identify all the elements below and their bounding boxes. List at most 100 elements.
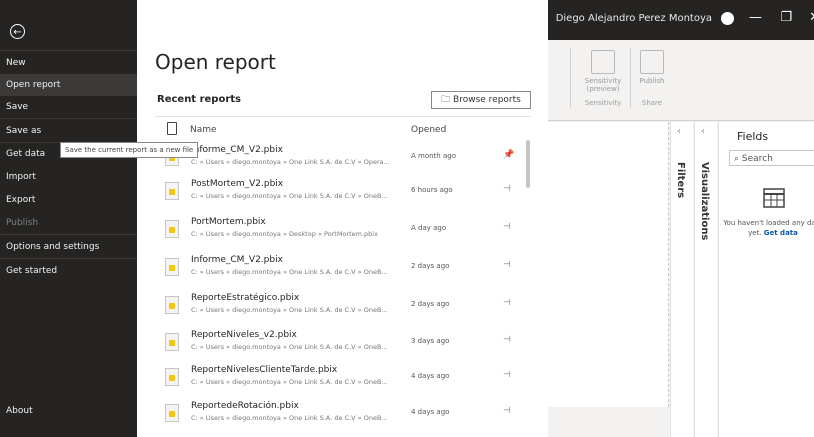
pin-icon[interactable]: ⊣	[503, 298, 511, 308]
recent-report-row[interactable]: ReporteNivelesClienteTarde.pbix C: » Use…	[155, 360, 531, 394]
avatar[interactable]	[721, 12, 734, 25]
pbix-file-icon	[165, 220, 179, 238]
nav-item-publish[interactable]: Publish	[0, 212, 137, 234]
filters-label: Filters	[675, 162, 686, 199]
browse-reports-button[interactable]: 🗀 Browse reports	[431, 91, 531, 109]
file-name: ReporteNivelesClienteTarde.pbix	[191, 365, 338, 375]
file-opened: A month ago	[411, 152, 456, 160]
filters-pane[interactable]: ‹ Filters	[670, 122, 693, 437]
chevron-left-icon[interactable]: ‹	[701, 126, 705, 137]
recent-report-row[interactable]: PortMortem.pbix C: » Users » diego.monto…	[155, 212, 531, 246]
backstage-sidebar: ← New Open report Save Save as Get data …	[0, 0, 137, 437]
file-opened: 4 days ago	[411, 408, 450, 416]
file-path: C: » Users » diego.montoya » One Link S.…	[191, 268, 388, 276]
file-opened: 2 days ago	[411, 262, 450, 270]
empty-data-message: You haven't loaded any data yet. Get dat…	[723, 218, 814, 238]
pbix-file-icon	[165, 404, 179, 422]
nav-item-about[interactable]: About	[0, 400, 137, 422]
nav-item-save-as[interactable]: Save as	[0, 120, 137, 142]
file-opened: A day ago	[411, 224, 447, 232]
nav-divider	[0, 234, 137, 235]
pbix-file-icon	[165, 258, 179, 276]
open-report-panel: Open report Recent reports 🗀 Browse repo…	[137, 0, 548, 437]
nav-divider	[0, 50, 137, 51]
recent-report-row[interactable]: ReporteNiveles_v2.pbix C: » Users » dieg…	[155, 325, 531, 359]
publish-button-label: Publish	[639, 77, 665, 85]
pin-icon[interactable]: ⊣	[503, 406, 511, 416]
file-opened: 4 days ago	[411, 372, 450, 380]
nav-item-export[interactable]: Export	[0, 189, 137, 211]
browse-reports-label: Browse reports	[453, 95, 521, 105]
recent-reports-heading: Recent reports	[157, 94, 241, 105]
nav-item-new[interactable]: New	[0, 52, 137, 74]
file-path: C: » Users » diego.montoya » One Link S.…	[191, 378, 388, 386]
page-title: Open report	[155, 50, 276, 74]
pbix-file-icon	[165, 182, 179, 200]
nav-item-get-started[interactable]: Get started	[0, 260, 137, 282]
column-header-name[interactable]: Name	[190, 125, 217, 135]
file-opened: 6 hours ago	[411, 186, 453, 194]
recent-report-row[interactable]: ReporteEstratégico.pbix C: » Users » die…	[155, 288, 531, 322]
pbix-file-icon	[165, 368, 179, 386]
visualizations-label: Visualizations	[699, 162, 710, 241]
recent-report-row[interactable]: Informe_CM_V2.pbix C: » Users » diego.mo…	[155, 140, 531, 174]
report-canvas[interactable]	[548, 122, 669, 407]
fields-pane: Fields ⌕ Search You haven't loaded any d…	[718, 122, 814, 437]
close-button[interactable]: ✕	[809, 10, 814, 25]
file-icon	[167, 122, 177, 135]
pbix-file-icon	[165, 333, 179, 351]
file-path: C: » Users » diego.montoya » One Link S.…	[191, 158, 390, 166]
fields-search-input[interactable]: ⌕ Search	[729, 150, 814, 166]
file-opened: 3 days ago	[411, 337, 450, 345]
pin-icon[interactable]: ⊣	[503, 335, 511, 345]
file-path: C: » Users » diego.montoya » One Link S.…	[191, 414, 388, 422]
column-header-opened[interactable]: Opened	[411, 125, 446, 135]
sensitivity-group-label: Sensitivity	[584, 99, 622, 107]
visualizations-pane[interactable]: ‹ Visualizations	[694, 122, 717, 437]
user-name[interactable]: Diego Alejandro Perez Montoya	[556, 13, 712, 24]
pin-icon[interactable]: ⊣	[503, 184, 511, 194]
ribbon-divider	[570, 48, 571, 108]
file-name: Informe_CM_V2.pbix	[191, 145, 283, 155]
file-name: ReporteEstratégico.pbix	[191, 293, 300, 303]
file-path: C: » Users » diego.montoya » One Link S.…	[191, 343, 388, 351]
restore-button[interactable]: ❐	[780, 10, 792, 25]
recent-report-row[interactable]: PostMortem_V2.pbix C: » Users » diego.mo…	[155, 174, 531, 208]
search-icon: ⌕	[734, 154, 740, 164]
save-as-tooltip: Save the current report as a new file	[60, 142, 199, 158]
pbix-file-icon	[165, 296, 179, 314]
nav-divider	[0, 118, 137, 119]
publish-icon	[640, 50, 664, 74]
share-group[interactable]: Publish Share	[634, 50, 670, 107]
search-placeholder: Search	[741, 154, 773, 164]
sensitivity-group[interactable]: Sensitivity (preview) Sensitivity	[578, 50, 628, 107]
share-group-label: Share	[641, 99, 663, 107]
file-path: C: » Users » diego.montoya » One Link S.…	[191, 192, 388, 200]
nav-item-open-report[interactable]: Open report	[0, 74, 137, 96]
nav-item-import[interactable]: Import	[0, 166, 137, 188]
pin-icon[interactable]: ⊣	[503, 260, 511, 270]
file-name: ReportedeRotación.pbix	[191, 401, 299, 411]
ribbon-divider	[630, 48, 631, 108]
minimize-button[interactable]: —	[749, 10, 762, 25]
get-data-link[interactable]: Get data	[764, 229, 798, 237]
back-arrow-icon[interactable]: ←	[10, 24, 25, 39]
chevron-left-icon[interactable]: ‹	[677, 126, 681, 137]
pin-icon[interactable]: ⊣	[503, 370, 511, 380]
recent-report-row[interactable]: Informe_CM_V2.pbix C: » Users » diego.mo…	[155, 250, 531, 284]
file-path: C: » Users » diego.montoya » Desktop » P…	[191, 230, 378, 238]
file-name: ReporteNiveles_v2.pbix	[191, 330, 297, 340]
folder-icon: 🗀	[441, 95, 451, 105]
pin-icon[interactable]: ⊣	[503, 222, 511, 232]
file-path: C: » Users » diego.montoya » One Link S.…	[191, 306, 388, 314]
sensitivity-button-label: Sensitivity (preview)	[584, 77, 622, 93]
nav-item-save[interactable]: Save	[0, 96, 137, 118]
nav-divider	[0, 258, 137, 259]
pinned-icon[interactable]: 📌	[503, 150, 514, 160]
file-name: Informe_CM_V2.pbix	[191, 255, 283, 265]
table-icon	[763, 188, 785, 208]
recent-report-row[interactable]: ReportedeRotación.pbix C: » Users » dieg…	[155, 396, 531, 430]
scrollbar[interactable]	[526, 140, 530, 188]
nav-item-options-and-settings[interactable]: Options and settings	[0, 236, 137, 258]
header-divider	[155, 116, 531, 117]
